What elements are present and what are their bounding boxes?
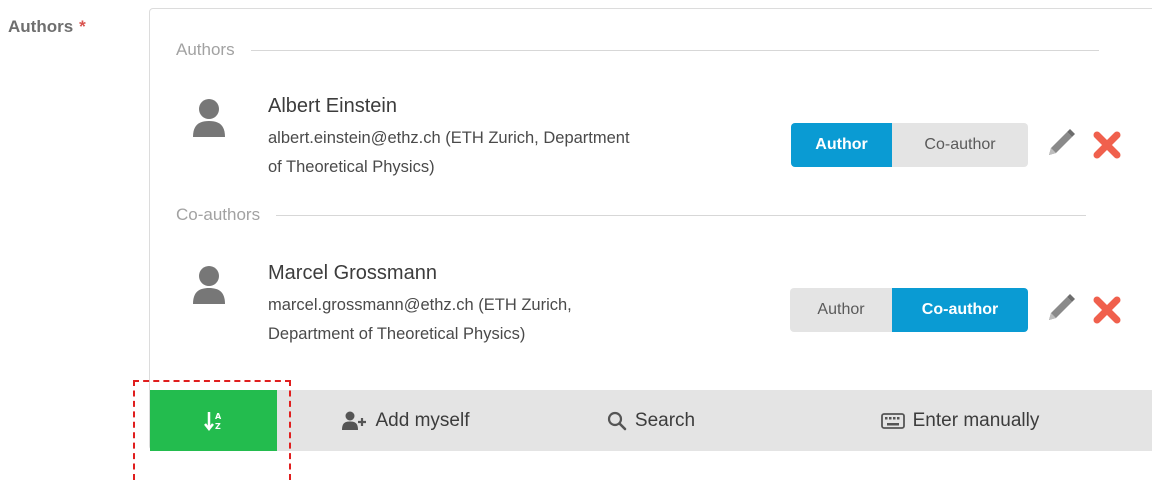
person-affiliation: albert.einstein@ethz.ch (ETH Zurich, Dep… [268, 124, 768, 182]
person-name: Albert Einstein [268, 95, 397, 117]
sort-button[interactable]: A Z [150, 390, 277, 451]
svg-text:Z: Z [215, 422, 221, 431]
svg-text:A: A [215, 412, 222, 421]
authors-section-title: Authors [176, 40, 235, 59]
coauthors-section-title: Co-authors [176, 205, 261, 224]
enter-manually-label: Enter manually [912, 409, 1040, 431]
coauthors-section-header: Co-authors [176, 205, 1087, 225]
role-author-button[interactable]: Author [790, 288, 892, 332]
delete-x-icon[interactable] [1092, 295, 1122, 325]
section-divider [276, 214, 1087, 216]
person-affiliation: marcel.grossmann@ethz.ch (ETH Zurich, De… [268, 291, 768, 349]
person-affiliation-line1: marcel.grossmann@ethz.ch (ETH Zurich, [268, 296, 572, 314]
sort-alpha-icon: A Z [203, 411, 222, 431]
user-avatar-icon [193, 99, 225, 137]
person-affiliation-line2: Department of Theoretical Physics) [268, 325, 526, 343]
role-coauthor-button[interactable]: Co-author [892, 123, 1028, 167]
section-divider [250, 49, 1099, 51]
person-affiliation-line1: albert.einstein@ethz.ch (ETH Zurich, Dep… [268, 129, 630, 147]
add-user-icon [341, 411, 366, 430]
role-author-button[interactable]: Author [791, 123, 892, 167]
add-myself-label: Add myself [375, 409, 470, 431]
field-label-text: Authors [8, 17, 74, 36]
role-toggle-einstein: Author Co-author [791, 123, 1028, 167]
person-affiliation-line2: of Theoretical Physics) [268, 158, 435, 176]
required-mark: * [79, 17, 86, 36]
authors-panel [149, 8, 1152, 450]
edit-pencil-icon[interactable] [1043, 127, 1077, 161]
role-coauthor-button[interactable]: Co-author [892, 288, 1028, 332]
edit-pencil-icon[interactable] [1043, 292, 1077, 326]
person-name: Marcel Grossmann [268, 262, 437, 284]
search-button[interactable]: Search [534, 390, 768, 451]
add-myself-button[interactable]: Add myself [277, 390, 534, 451]
enter-manually-button[interactable]: Enter manually [768, 390, 1152, 451]
keyboard-icon [880, 412, 905, 429]
authors-toolbar: A Z Add myself Search Enter manually [150, 390, 1152, 451]
authors-section-header: Authors [176, 40, 1099, 60]
user-avatar-icon [193, 266, 225, 304]
search-icon [607, 411, 627, 430]
role-toggle-grossmann: Author Co-author [790, 288, 1028, 332]
authors-field-label: Authors * [8, 17, 86, 37]
search-label: Search [634, 409, 696, 431]
delete-x-icon[interactable] [1092, 130, 1122, 160]
